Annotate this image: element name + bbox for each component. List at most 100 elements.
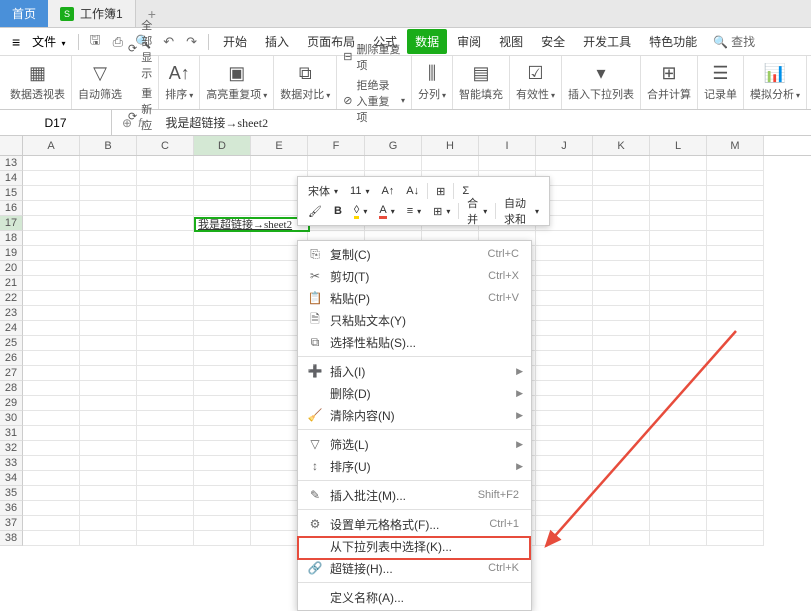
cell-a37[interactable] <box>23 516 80 531</box>
row-header-27[interactable]: 27 <box>0 366 23 381</box>
menu-view[interactable]: 视图 <box>491 33 531 50</box>
bold-button[interactable]: B <box>330 204 346 218</box>
cell-b13[interactable] <box>80 156 137 171</box>
cell-a24[interactable] <box>23 321 80 336</box>
cell-j37[interactable] <box>536 516 593 531</box>
row-header-30[interactable]: 30 <box>0 411 23 426</box>
cell-b14[interactable] <box>80 171 137 186</box>
cell-k29[interactable] <box>593 396 650 411</box>
cell-b28[interactable] <box>80 381 137 396</box>
cell-a33[interactable] <box>23 456 80 471</box>
cell-m38[interactable] <box>707 531 764 546</box>
cell-a14[interactable] <box>23 171 80 186</box>
cell-m34[interactable] <box>707 471 764 486</box>
font-name-select[interactable]: 宋体 ▾ <box>304 182 342 200</box>
cell-d16[interactable] <box>194 201 251 216</box>
context-menu-item-16[interactable]: 从下拉列表中选择(K)... <box>298 535 531 557</box>
row-header-21[interactable]: 21 <box>0 276 23 291</box>
cell-c16[interactable] <box>137 201 194 216</box>
formula-input[interactable]: 我是超链接→sheet2 <box>157 114 811 131</box>
workbook-tab[interactable]: S 工作簿1 <box>48 0 136 27</box>
col-header-i[interactable]: I <box>479 136 536 155</box>
row-header-19[interactable]: 19 <box>0 246 23 261</box>
cell-j25[interactable] <box>536 336 593 351</box>
cell-k38[interactable] <box>593 531 650 546</box>
cell-l24[interactable] <box>650 321 707 336</box>
ribbon-highlight-dup[interactable]: ▣高亮重复项▾ <box>200 56 274 109</box>
cell-c32[interactable] <box>137 441 194 456</box>
cell-k34[interactable] <box>593 471 650 486</box>
cell-c38[interactable] <box>137 531 194 546</box>
cell-c33[interactable] <box>137 456 194 471</box>
context-menu-item-8[interactable]: 🧹清除内容(N)▶ <box>298 404 531 426</box>
cell-b38[interactable] <box>80 531 137 546</box>
row-header-38[interactable]: 38 <box>0 531 23 546</box>
cell-d34[interactable] <box>194 471 251 486</box>
menu-dev-tools[interactable]: 开发工具 <box>575 33 639 50</box>
cell-b18[interactable] <box>80 231 137 246</box>
menu-security[interactable]: 安全 <box>533 33 573 50</box>
cell-e13[interactable] <box>251 156 308 171</box>
cell-l33[interactable] <box>650 456 707 471</box>
ribbon-sim-analysis[interactable]: 📊模拟分析▾ <box>744 56 807 109</box>
cell-b37[interactable] <box>80 516 137 531</box>
cell-a22[interactable] <box>23 291 80 306</box>
cell-a17[interactable] <box>23 216 80 231</box>
cell-k20[interactable] <box>593 261 650 276</box>
cell-m32[interactable] <box>707 441 764 456</box>
col-header-h[interactable]: H <box>422 136 479 155</box>
cell-c13[interactable] <box>137 156 194 171</box>
cell-k22[interactable] <box>593 291 650 306</box>
cell-j23[interactable] <box>536 306 593 321</box>
cell-m15[interactable] <box>707 186 764 201</box>
cell-a28[interactable] <box>23 381 80 396</box>
autosum-label[interactable]: 自动求和▾ <box>500 194 543 228</box>
cell-d20[interactable] <box>194 261 251 276</box>
increase-font-icon[interactable]: A↑ <box>377 184 398 198</box>
cell-m31[interactable] <box>707 426 764 441</box>
row-header-35[interactable]: 35 <box>0 486 23 501</box>
cell-d13[interactable] <box>194 156 251 171</box>
col-header-e[interactable]: E <box>251 136 308 155</box>
row-header-17[interactable]: 17 <box>0 216 23 231</box>
context-menu-item-11[interactable]: ↕排序(U)▶ <box>298 455 531 477</box>
cell-a25[interactable] <box>23 336 80 351</box>
row-header-16[interactable]: 16 <box>0 201 23 216</box>
cell-l16[interactable] <box>650 201 707 216</box>
cell-d35[interactable] <box>194 486 251 501</box>
menu-start[interactable]: 开始 <box>215 33 255 50</box>
cell-j28[interactable] <box>536 381 593 396</box>
cell-a30[interactable] <box>23 411 80 426</box>
cell-j38[interactable] <box>536 531 593 546</box>
cell-m37[interactable] <box>707 516 764 531</box>
cell-b25[interactable] <box>80 336 137 351</box>
row-header-37[interactable]: 37 <box>0 516 23 531</box>
cell-l14[interactable] <box>650 171 707 186</box>
cell-d19[interactable] <box>194 246 251 261</box>
cell-k21[interactable] <box>593 276 650 291</box>
cell-d36[interactable] <box>194 501 251 516</box>
context-menu-item-6[interactable]: ➕插入(I)▶ <box>298 360 531 382</box>
cell-d24[interactable] <box>194 321 251 336</box>
cell-j33[interactable] <box>536 456 593 471</box>
cell-d29[interactable] <box>194 396 251 411</box>
cell-m29[interactable] <box>707 396 764 411</box>
row-header-14[interactable]: 14 <box>0 171 23 186</box>
cell-k31[interactable] <box>593 426 650 441</box>
cell-j22[interactable] <box>536 291 593 306</box>
cell-d23[interactable] <box>194 306 251 321</box>
cell-j30[interactable] <box>536 411 593 426</box>
cell-m24[interactable] <box>707 321 764 336</box>
hamburger-icon[interactable]: ≡ <box>8 34 24 50</box>
cell-c18[interactable] <box>137 231 194 246</box>
cell-k25[interactable] <box>593 336 650 351</box>
context-menu-item-2[interactable]: 📋粘贴(P)Ctrl+V <box>298 287 531 309</box>
cell-l32[interactable] <box>650 441 707 456</box>
cell-m19[interactable] <box>707 246 764 261</box>
cell-a23[interactable] <box>23 306 80 321</box>
cell-c36[interactable] <box>137 501 194 516</box>
col-header-k[interactable]: K <box>593 136 650 155</box>
cell-j36[interactable] <box>536 501 593 516</box>
cell-c35[interactable] <box>137 486 194 501</box>
fill-color-button[interactable]: ◊▾ <box>350 203 371 220</box>
